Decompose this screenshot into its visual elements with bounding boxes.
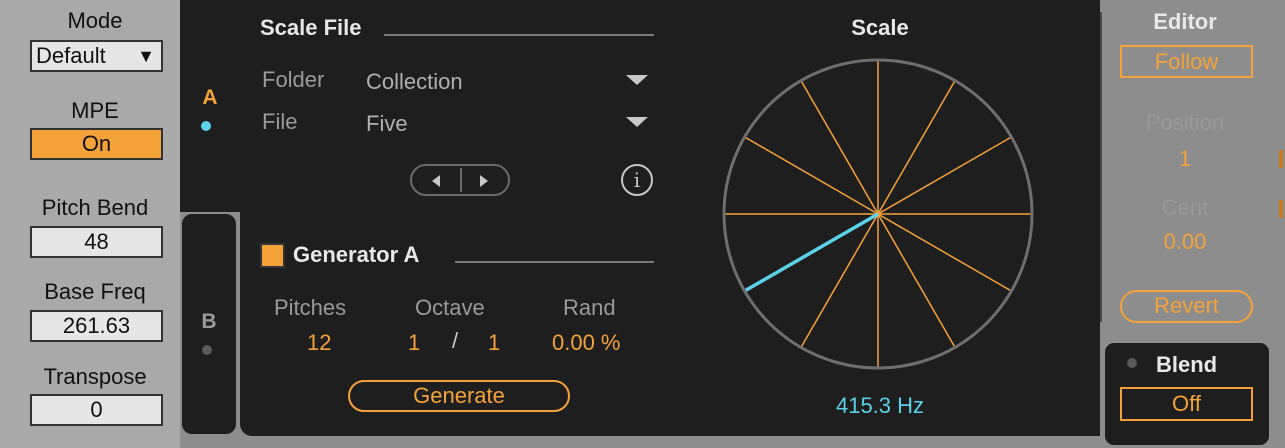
file-label: File [262,109,298,134]
pitches-label: Pitches [274,295,347,320]
follow-button[interactable]: Follow [1120,45,1253,78]
transpose-field[interactable]: 0 [30,394,163,426]
scale-spoke [800,213,879,348]
next-arrow-icon[interactable] [480,175,488,187]
folder-label: Folder [262,67,325,92]
tab-a-indicator [201,121,211,131]
scale-spoke [744,136,879,215]
octave-separator: / [452,328,459,353]
rand-label: Rand [563,295,616,320]
scale-spoke [877,136,1012,215]
frequency-readout: 415.3 Hz [835,393,925,418]
scale-spoke-selected [743,212,879,293]
mpe-label: MPE [71,98,119,123]
file-dropdown[interactable]: Five [366,111,408,137]
scale-title: Scale [851,15,909,40]
octave-label: Octave [415,295,485,320]
tab-b-indicator [202,345,212,355]
transpose-label: Transpose [43,364,147,389]
cent-label: Cent [1161,195,1209,220]
chevron-down-icon[interactable] [626,117,648,127]
edge-marker [1279,150,1283,168]
scale-spoke [877,213,1012,292]
mode-value: Default [36,43,106,68]
chevron-down-icon: ▼ [137,46,155,66]
tab-a-label: A [202,86,218,109]
blend-indicator [1127,358,1137,368]
cent-value[interactable]: 0.00 [1110,229,1260,255]
scale-spoke [877,213,956,348]
octave-denominator[interactable]: 1 [488,330,500,356]
scale-file-title: Scale File [260,15,362,40]
octave-numerator[interactable]: 1 [408,330,420,356]
file-navigation [410,164,510,196]
rand-value[interactable]: 0.00 % [552,330,621,356]
generator-enable-checkbox[interactable] [260,243,285,268]
generate-button[interactable]: Generate [348,380,570,412]
global-settings-panel: Mode Default ▼ MPE On Pitch Bend 48 Base… [0,0,180,448]
position-label: Position [1145,110,1225,135]
tab-b[interactable]: B [180,212,238,436]
prev-arrow-icon[interactable] [432,175,440,187]
generator-title: Generator A [293,242,420,267]
window-edge [1272,0,1285,448]
section-divider [384,34,654,36]
edge-marker [1279,200,1283,218]
revert-button[interactable]: Revert [1120,290,1253,323]
pitches-value[interactable]: 12 [307,330,331,356]
chevron-down-icon[interactable] [626,75,648,85]
pitch-bend-label: Pitch Bend [41,195,149,220]
info-icon[interactable]: i [621,164,653,196]
editor-divider [1100,12,1102,322]
blend-toggle[interactable]: Off [1120,387,1253,421]
scale-circle[interactable] [720,58,1040,374]
section-divider [455,261,654,263]
nav-divider [460,168,462,192]
base-freq-label: Base Freq [44,279,146,304]
position-value[interactable]: 1 [1110,146,1260,172]
tab-a[interactable]: A [180,0,242,212]
pitch-bend-field[interactable]: 48 [30,226,163,258]
base-freq-field[interactable]: 261.63 [30,310,163,342]
editor-title: Editor [1153,9,1217,34]
mode-label: Mode [67,8,123,33]
folder-dropdown[interactable]: Collection [366,69,463,95]
scale-spoke [877,80,956,215]
blend-label: Blend [1156,352,1218,377]
tab-b-label: B [201,310,217,333]
scale-spoke [800,80,879,215]
mpe-toggle[interactable]: On [30,128,163,160]
mode-dropdown[interactable]: Default ▼ [30,40,163,72]
